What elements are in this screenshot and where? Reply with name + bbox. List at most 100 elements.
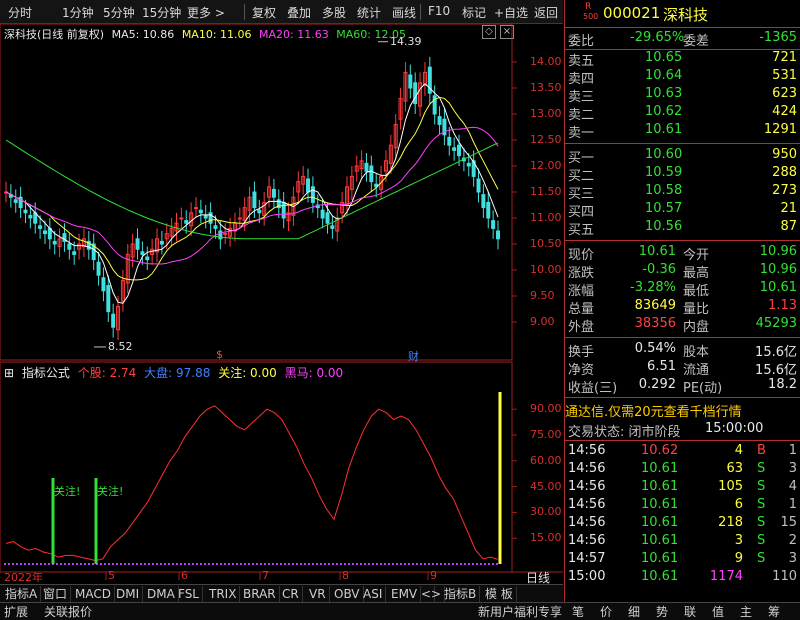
finance-row: 收益(三) 0.292 PE(动) 18.2 (565, 377, 800, 396)
ask-volume: 1291 (763, 122, 797, 137)
toolbar-5min[interactable]: 5分钟 (103, 4, 135, 21)
sub-panel-icon[interactable]: ⊞ (4, 366, 14, 380)
event-marker-cai: 财 (408, 350, 419, 363)
bid-label: 买三 (568, 187, 595, 202)
kline-chart-canvas[interactable] (0, 24, 563, 584)
price-tick-label: 14.00 (530, 55, 562, 68)
tab-chou[interactable]: 筹 (768, 604, 780, 620)
indicator-tabs: 指标A 窗口 MACD DMI DMA FSL TRIX BRAR CR VR OBV ASI EMV <… (0, 584, 563, 602)
follow-mark-label: 关注! (54, 485, 81, 498)
bid-row[interactable]: 买三 10.58 273 (565, 183, 800, 202)
ask-label: 卖五 (568, 54, 595, 69)
ask-volume: 721 (772, 50, 797, 65)
promo-link[interactable]: 通达信.仅需20元查看千档行情 (565, 401, 800, 420)
weibi-row: 委比 -29.65% 委差 -1365 (565, 30, 800, 49)
ask-row[interactable]: 卖三 10.63 623 (565, 86, 800, 105)
ask-row[interactable]: 卖四 10.64 531 (565, 68, 800, 87)
stat-label: 今开 (683, 248, 710, 263)
toolbar-tongji[interactable]: 统计 (357, 4, 381, 21)
status-new-user-promo[interactable]: 新用户福利专享 (478, 604, 562, 620)
toolbar-back[interactable]: 返回 (534, 4, 558, 21)
toolbar-f10[interactable]: F10 (428, 4, 450, 18)
toolbar-add-favorite[interactable]: +自选 (494, 4, 528, 21)
tick-price: 10.62 (641, 443, 679, 458)
indicator-tab[interactable]: VR (306, 586, 330, 602)
ma60-line (5, 139, 499, 240)
candle-body (106, 285, 111, 313)
indicator-tab[interactable]: 指标A (2, 586, 42, 602)
status-expand[interactable]: 扩展 (4, 604, 28, 620)
sub-market: 大盘: 97.88 (144, 366, 211, 380)
tick-volume: 9 (734, 551, 743, 566)
candle-body (491, 220, 496, 229)
ask-row[interactable]: 卖一 10.61 1291 (565, 122, 800, 141)
divider-line (565, 337, 800, 338)
tab-bi[interactable]: 笔 (572, 604, 584, 620)
tick-volume: 4 (734, 443, 743, 458)
candle-body (364, 162, 369, 172)
tick-row: 14:56 10.61 3 S 2 (565, 533, 800, 551)
bid-row[interactable]: 买一 10.60 950 (565, 147, 800, 166)
indicator-tab[interactable]: 指标B (441, 586, 481, 602)
candle-body (476, 178, 481, 193)
ask-row[interactable]: 卖二 10.62 424 (565, 104, 800, 123)
toolbar-more[interactable]: 更多 > (187, 4, 225, 21)
indicator-tick-label: 15.00 (530, 531, 562, 545)
stat-value: 10.61 (759, 280, 797, 295)
tick-time: 14:56 (568, 461, 606, 476)
main-panel-close-icon[interactable]: × (500, 25, 514, 39)
main-panel-settings-icon[interactable]: ◇ (482, 25, 496, 39)
tab-jia[interactable]: 价 (600, 604, 612, 620)
tick-price: 10.61 (641, 515, 679, 530)
toolbar-biaoji[interactable]: 标记 (462, 4, 486, 21)
status-related-quote[interactable]: 关联报价 (44, 604, 92, 620)
indicator-tab[interactable]: FSL (175, 586, 203, 602)
toolbar-duogu[interactable]: 多股 (322, 4, 346, 21)
toolbar-diejia[interactable]: 叠加 (287, 4, 311, 21)
x-axis-label: 7 (262, 569, 269, 582)
tab-xi[interactable]: 细 (628, 604, 640, 620)
tab-shi[interactable]: 势 (656, 604, 668, 620)
indicator-tab[interactable]: TRIX (206, 586, 241, 602)
indicator-tab[interactable]: 模 板 (482, 586, 517, 602)
bid-row[interactable]: 买四 10.57 21 (565, 201, 800, 220)
bid-volume: 288 (772, 165, 797, 180)
bid-row[interactable]: 买五 10.56 87 (565, 219, 800, 238)
bid-row[interactable]: 买二 10.59 288 (565, 165, 800, 184)
indicator-tab[interactable]: OBV (331, 586, 364, 602)
trade-status-row: 交易状态: 闭市阶段 15:00:00 (565, 421, 800, 440)
candle-body (42, 230, 47, 235)
divider-line (565, 143, 800, 144)
indicator-tab[interactable]: 窗口 (40, 586, 72, 602)
indicator-tab[interactable]: BRAR (240, 586, 280, 602)
tab-lian[interactable]: 联 (684, 604, 696, 620)
tab-zhi[interactable]: 值 (712, 604, 724, 620)
indicator-tab[interactable]: EMV (388, 586, 422, 602)
toolbar-15min[interactable]: 15分钟 (142, 4, 181, 21)
fin-label: 流通 (683, 363, 710, 378)
indicator-tab[interactable]: DMA (144, 586, 179, 602)
weicha-value: -1365 (759, 30, 797, 45)
low-price-label: 8.52 (108, 339, 133, 353)
indicator-tab[interactable]: ASI (360, 586, 387, 602)
fin-value: 6.51 (647, 359, 676, 374)
candle-body (159, 240, 164, 245)
price-tick-label: 12.00 (530, 159, 562, 172)
candle-body (257, 209, 262, 214)
toolbar-fuquan[interactable]: 复权 (252, 4, 276, 21)
ask-row[interactable]: 卖五 10.65 721 (565, 50, 800, 69)
kline-chart-area[interactable]: 深科技(日线 前复权) MA5: 10.86 MA10: 11.06 MA20:… (0, 24, 563, 585)
ask-label: 卖二 (568, 108, 595, 123)
bid-price: 10.60 (645, 147, 683, 162)
indicator-tab[interactable]: CR (279, 586, 303, 602)
stat-value: 10.61 (638, 244, 676, 259)
toolbar-huaxian[interactable]: 画线 (392, 4, 416, 21)
indicator-tab[interactable]: MACD (72, 586, 115, 602)
toolbar-1min[interactable]: 1分钟 (62, 4, 94, 21)
tick-side: B (757, 443, 766, 458)
toolbar-fenshi[interactable]: 分时 (8, 4, 32, 21)
indicator-tab[interactable]: DMI (113, 586, 144, 602)
candle-body (330, 225, 335, 229)
tab-zhu[interactable]: 主 (740, 604, 752, 620)
candle-body (310, 186, 315, 203)
